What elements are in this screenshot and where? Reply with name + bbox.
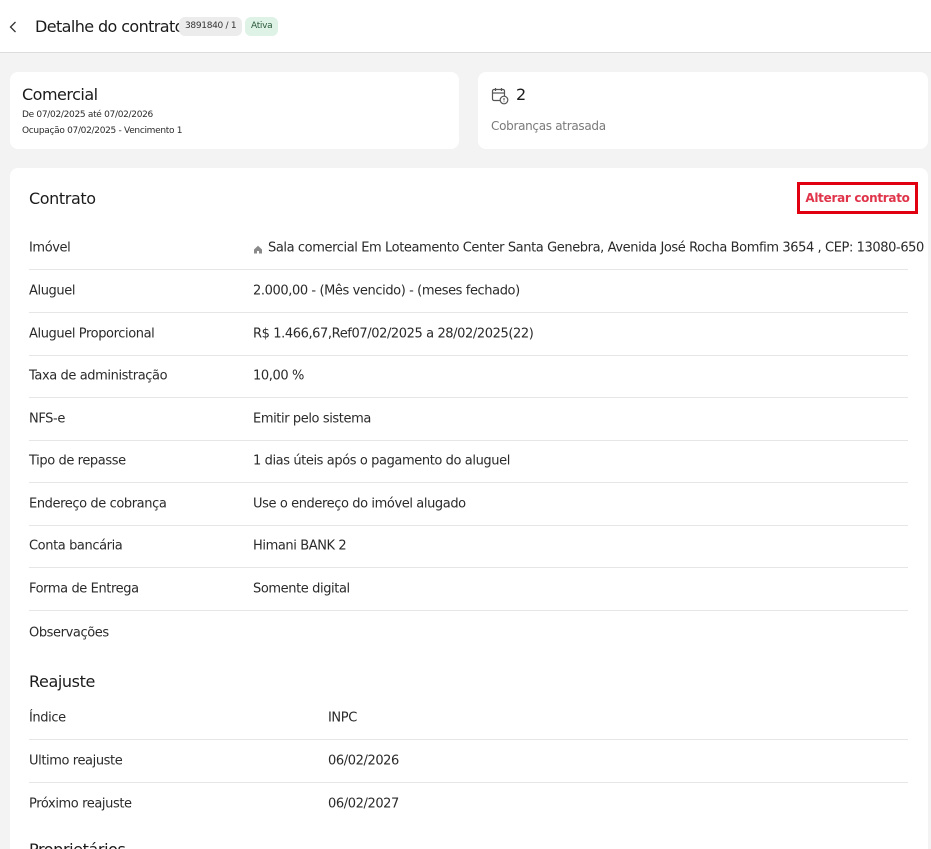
reajuste-label: Índice [29, 710, 66, 726]
contract-period: De 07/02/2025 até 07/02/2026 [22, 110, 153, 120]
detail-label: Aluguel [29, 283, 76, 299]
top-bar: Detalhe do contrato 3891840 / 1 Ativa [0, 0, 931, 53]
detail-value: 2.000,00 - (Mês vencido) - (meses fechad… [253, 283, 520, 299]
detail-row-conta-bancaria: Conta bancária Himani BANK 2 [29, 525, 908, 568]
reajuste-value: 06/02/2027 [328, 796, 399, 811]
detail-row-aluguel: Aluguel 2.000,00 - (Mês vencido) - (mese… [29, 270, 908, 313]
reajuste-value: INPC [328, 710, 357, 726]
detail-value: 10,00 % [253, 368, 304, 384]
detail-row-observacoes: Observações [29, 611, 908, 654]
edit-contract-button[interactable]: Alterar contrato [797, 182, 918, 214]
home-icon [253, 243, 263, 253]
detail-row-tipo-repasse: Tipo de repasse 1 dias úteis após o paga… [29, 440, 908, 483]
contract-summary-card: Comercial De 07/02/2025 até 07/02/2026 O… [10, 72, 459, 149]
overdue-charges-card[interactable]: 2 Cobranças atrasada [478, 72, 928, 149]
overdue-label: Cobranças atrasada [491, 119, 606, 133]
detail-value: R$ 1.466,67,Ref07/02/2025 a 28/02/2025(2… [253, 326, 534, 342]
reajuste-row-ultimo: Ultimo reajuste 06/02/2026 [29, 740, 908, 783]
detail-label: Observações [29, 625, 109, 640]
reajuste-row-proximo: Próximo reajuste 06/02/2027 [29, 782, 908, 825]
detail-row-taxa-administracao: Taxa de administração 10,00 % [29, 355, 908, 398]
detail-value: Use o endereço do imóvel alugado [253, 496, 466, 512]
contract-id-badge: 3891840 / 1 [179, 17, 243, 36]
owners-section-title: Proprietários [29, 840, 126, 849]
detail-row-aluguel-proporcional: Aluguel Proporcional R$ 1.466,67,Ref07/0… [29, 313, 908, 356]
detail-value: 1 dias úteis após o pagamento do aluguel [253, 453, 510, 469]
detail-label: Forma de Entrega [29, 581, 139, 597]
page-title: Detalhe do contrato [35, 17, 184, 36]
calendar-alert-icon [491, 87, 509, 105]
contract-occupation: Ocupação 07/02/2025 - Vencimento 1 [22, 126, 183, 136]
reajuste-row-indice: Índice INPC [29, 697, 908, 740]
contract-details-panel: Contrato Alterar contrato Imóvel Sala co… [10, 168, 928, 849]
detail-row-nfse: NFS-e Emitir pelo sistema [29, 398, 908, 441]
reajuste-label: Próximo reajuste [29, 796, 132, 811]
detail-label: Taxa de administração [29, 368, 168, 384]
detail-value: Somente digital [253, 581, 350, 597]
status-badge: Ativa [245, 17, 279, 36]
detail-value: Sala comercial Em Loteamento Center Sant… [253, 241, 924, 256]
detail-row-imovel: Imóvel Sala comercial Em Loteamento Cent… [29, 227, 924, 270]
contract-section-title: Contrato [29, 189, 96, 208]
overdue-count: 2 [516, 85, 527, 104]
chevron-left-icon [9, 18, 17, 37]
property-address: Sala comercial Em Loteamento Center Sant… [268, 240, 924, 256]
detail-row-forma-entrega: Forma de Entrega Somente digital [29, 568, 908, 611]
detail-label: Endereço de cobrança [29, 496, 167, 512]
contract-type: Comercial [22, 85, 98, 104]
detail-label: Aluguel Proporcional [29, 326, 155, 342]
detail-value: Himani BANK 2 [253, 538, 347, 554]
detail-row-endereco-cobranca: Endereço de cobrança Use o endereço do i… [29, 483, 908, 526]
back-button[interactable] [4, 16, 22, 38]
detail-label: NFS-e [29, 411, 65, 427]
reajuste-label: Ultimo reajuste [29, 753, 123, 769]
detail-label: Conta bancária [29, 538, 123, 554]
detail-label: Tipo de repasse [29, 453, 126, 469]
reajuste-value: 06/02/2026 [328, 753, 399, 769]
detail-label: Imóvel [29, 240, 71, 256]
reajuste-section-title: Reajuste [29, 672, 95, 691]
detail-value: Emitir pelo sistema [253, 411, 371, 427]
